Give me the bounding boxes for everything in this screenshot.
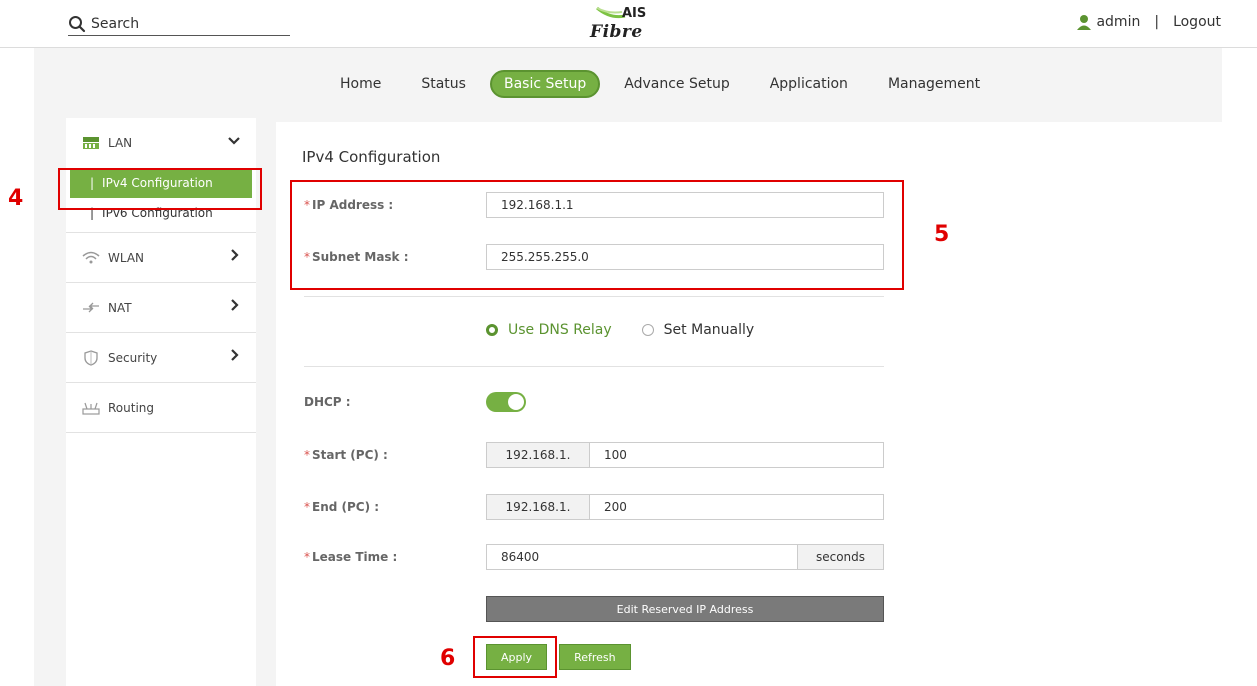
required-mark: * (304, 500, 310, 514)
main-nav: Home Status Basic Setup Advance Setup Ap… (340, 70, 1020, 98)
sidebar-item-ipv6-configuration[interactable]: | IPv6 Configuration (66, 198, 256, 228)
lan-icon (82, 135, 100, 151)
header-separator: | (1154, 14, 1160, 30)
sidebar-item-label: NAT (108, 300, 132, 315)
ais-fibre-logo: AIS Fibre (590, 4, 660, 44)
use-dns-relay-radio[interactable]: Use DNS Relay (486, 322, 612, 338)
logo-text-ais: AIS (622, 6, 647, 21)
start-pc-label-text: Start (PC) : (312, 448, 388, 462)
annotation-number-4: 4 (8, 186, 24, 211)
page-title: IPv4 Configuration (302, 148, 441, 166)
lease-time-label: * Lease Time : (304, 550, 486, 564)
nav-advance-setup[interactable]: Advance Setup (624, 73, 729, 95)
username[interactable]: admin (1096, 14, 1140, 30)
sidebar-item-label: Routing (108, 400, 155, 415)
required-mark: * (304, 198, 310, 212)
search-icon (69, 15, 86, 32)
sidebar-item-nat[interactable]: NAT (66, 283, 256, 333)
required-mark: * (304, 550, 310, 564)
logout-link[interactable]: Logout (1173, 14, 1221, 30)
chevron-down-icon (228, 134, 240, 150)
nav-home[interactable]: Home (340, 73, 381, 95)
nav-management[interactable]: Management (888, 73, 980, 95)
chevron-right-icon (230, 349, 240, 365)
main-nav-bar: Home Status Basic Setup Advance Setup Ap… (34, 48, 1222, 118)
sidebar-item-routing[interactable]: Routing (66, 383, 256, 433)
nav-application[interactable]: Application (770, 73, 848, 95)
divider (304, 296, 884, 297)
subnet-mask-label: * Subnet Mask : (304, 250, 486, 264)
chevron-right-icon (230, 249, 240, 265)
sidebar-subitem-label: IPv6 Configuration (102, 206, 213, 220)
set-manually-label: Set Manually (663, 322, 755, 338)
end-pc-label-text: End (PC) : (312, 500, 380, 514)
sidebar-item-security[interactable]: Security (66, 333, 256, 383)
radio-dot (486, 324, 498, 336)
refresh-button[interactable]: Refresh (559, 644, 631, 670)
end-pc-label: * End (PC) : (304, 500, 486, 514)
radio-dot (641, 324, 654, 336)
logo-text-fibre: Fibre (590, 22, 643, 42)
chevron-right-icon (230, 299, 240, 315)
ip-address-label-text: IP Address : (312, 198, 394, 212)
router-icon (82, 400, 100, 416)
subnet-mask-label-text: Subnet Mask : (312, 250, 409, 264)
search-input[interactable] (91, 15, 281, 32)
subnet-mask-row: * Subnet Mask : (304, 244, 884, 270)
subnet-mask-input[interactable] (486, 244, 884, 270)
sidebar-subitem-label: IPv4 Configuration (102, 176, 213, 190)
sidebar-item-label: LAN (108, 136, 133, 150)
required-mark: * (304, 250, 310, 264)
dhcp-row: DHCP : (304, 392, 526, 412)
required-mark: * (304, 448, 310, 462)
top-bar: AIS Fibre admin | Logout (0, 0, 1257, 48)
toggle-knob (508, 394, 524, 410)
lan-submenu: | IPv4 Configuration | IPv6 Configuratio… (66, 168, 256, 233)
apply-button[interactable]: Apply (486, 644, 548, 670)
start-pc-row: * Start (PC) : 192.168.1. (304, 442, 884, 468)
user-icon (1077, 15, 1092, 30)
submenu-bar: | (90, 206, 95, 220)
shield-icon (82, 349, 100, 366)
start-pc-input[interactable] (590, 442, 884, 468)
submenu-bar: | (90, 176, 95, 190)
set-manually-radio[interactable]: Set Manually (641, 322, 755, 338)
start-pc-prefix: 192.168.1. (486, 442, 590, 468)
dns-mode-group: Use DNS Relay Set Manually (486, 322, 784, 338)
nav-status[interactable]: Status (421, 73, 466, 95)
sidebar-item-lan[interactable]: LAN (66, 118, 256, 168)
sidebar-item-ipv4-configuration[interactable]: | IPv4 Configuration (70, 168, 252, 198)
use-dns-relay-label: Use DNS Relay (508, 322, 612, 338)
ip-address-row: * IP Address : (304, 192, 884, 218)
dhcp-toggle[interactable] (486, 392, 526, 412)
lease-time-label-text: Lease Time : (312, 550, 398, 564)
ip-address-input[interactable] (486, 192, 884, 218)
nav-basic-setup[interactable]: Basic Setup (489, 70, 601, 98)
lease-time-unit: seconds (798, 544, 884, 570)
start-pc-label: * Start (PC) : (304, 448, 486, 462)
annotation-number-5: 5 (934, 222, 950, 247)
dhcp-label: DHCP : (304, 395, 351, 409)
sidebar-item-label: WLAN (108, 250, 145, 265)
sidebar-item-wlan[interactable]: WLAN (66, 233, 256, 283)
edit-reserved-ip-button[interactable]: Edit Reserved IP Address (486, 596, 884, 622)
end-pc-input[interactable] (590, 494, 884, 520)
sidebar-item-label: Security (108, 350, 158, 365)
end-pc-prefix: 192.168.1. (486, 494, 590, 520)
sidebar: LAN | IPv4 Configuration | IPv6 Configur… (66, 118, 256, 686)
wifi-icon (82, 250, 100, 266)
divider (304, 366, 884, 367)
lease-time-input[interactable] (486, 544, 798, 570)
content-panel: IPv4 Configuration *IP Address : *Subnet… (276, 122, 1222, 686)
ip-address-label: * IP Address : (304, 198, 486, 212)
user-area: admin | Logout (1076, 14, 1221, 30)
action-buttons: Apply Refresh (486, 644, 631, 670)
nat-icon (82, 300, 100, 316)
lease-time-row: *Lease Time : seconds (304, 544, 884, 570)
end-pc-row: * End (PC) : 192.168.1. (304, 494, 884, 520)
annotation-number-6: 6 (440, 646, 456, 671)
search-box[interactable] (68, 12, 290, 36)
